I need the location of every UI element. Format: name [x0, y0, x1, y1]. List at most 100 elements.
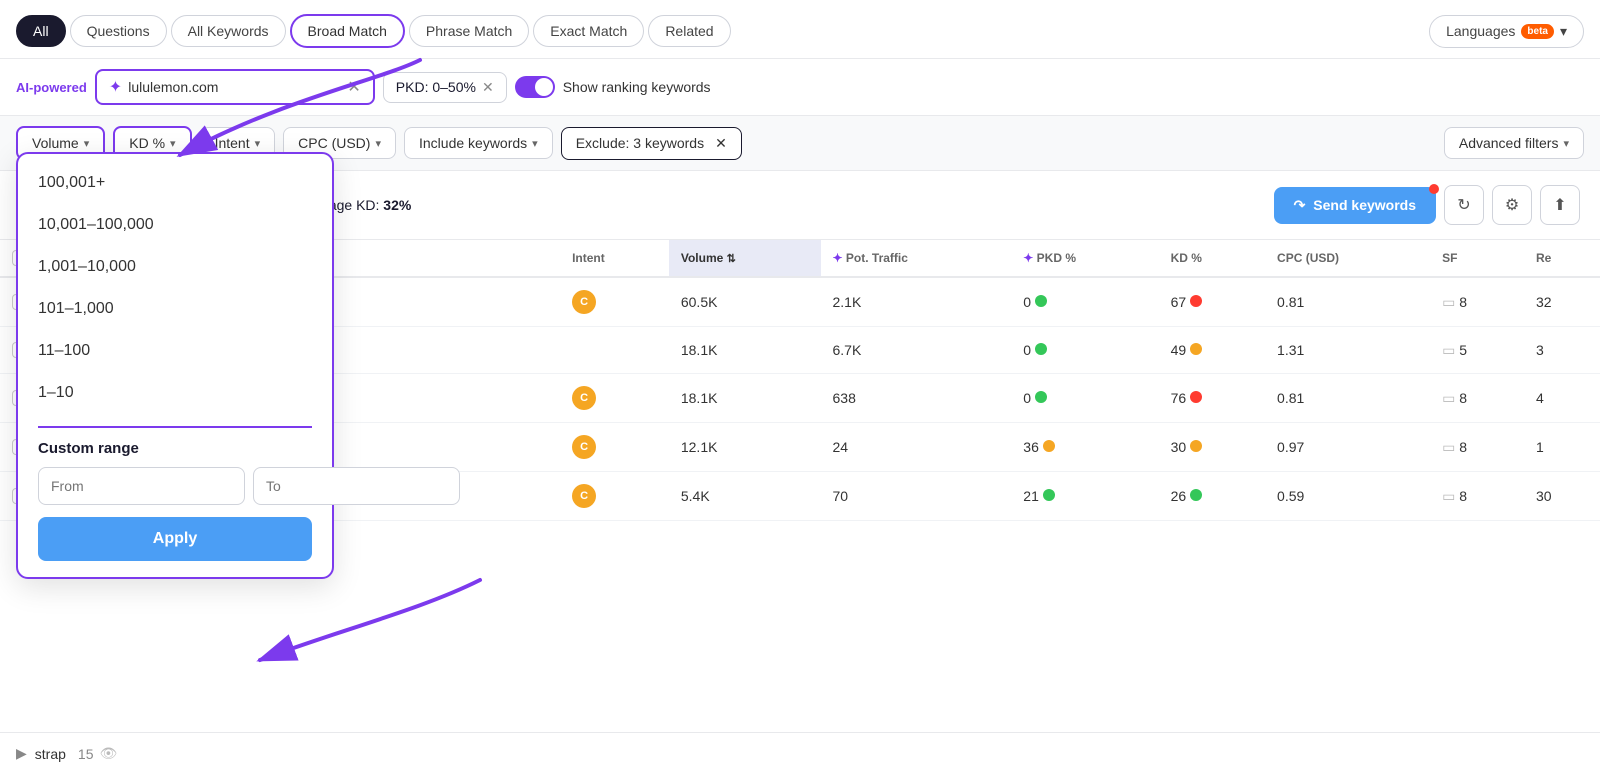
tab-questions[interactable]: Questions [70, 15, 167, 47]
cpc-value: 0.97 [1265, 423, 1430, 472]
volume-chevron-icon: ▾ [84, 137, 90, 150]
cpc-chevron-icon: ▾ [375, 137, 381, 150]
pkd-dot [1035, 343, 1047, 355]
pkd-value: 21 [1011, 472, 1158, 521]
pkd-value: 0 [1011, 374, 1158, 423]
languages-dropdown[interactable]: Languages beta ▾ [1429, 15, 1584, 48]
intent-badge: C [572, 435, 596, 459]
ai-powered-label: AI-powered [16, 80, 87, 95]
re-value: 4 [1524, 374, 1600, 423]
serp-features-icon: ▭ [1442, 390, 1455, 406]
include-keywords-button[interactable]: Include keywords ▾ [404, 127, 553, 159]
kd-dot [1190, 391, 1202, 403]
send-keywords-button[interactable]: ↷ Send keywords [1274, 187, 1436, 224]
volume-value: 12.1K [669, 423, 821, 472]
intent-column-header: Intent [560, 240, 669, 277]
search-clear-icon[interactable]: ✕ [347, 77, 360, 97]
volume-to-input[interactable] [253, 467, 460, 505]
exclude-clear-icon[interactable]: ✕ [715, 135, 727, 152]
pkd-dot [1035, 391, 1047, 403]
languages-label: Languages [1446, 23, 1515, 39]
pkd-clear-icon[interactable]: ✕ [482, 79, 494, 96]
volume-filter-label: Volume [32, 135, 79, 151]
re-value: 30 [1524, 472, 1600, 521]
re-column-header: Re [1524, 240, 1600, 277]
re-value: 1 [1524, 423, 1600, 472]
search-box[interactable]: ✦ lululemon.com ✕ [95, 69, 375, 105]
pot-traffic-value: 24 [821, 423, 1012, 472]
advanced-filters-button[interactable]: Advanced filters ▾ [1444, 127, 1584, 159]
intent-badge: C [572, 290, 596, 314]
sparkle-icon: ✦ [109, 77, 122, 97]
intent-badge: C [572, 386, 596, 410]
tab-broad-match[interactable]: Broad Match [290, 14, 405, 48]
cpc-value: 0.59 [1265, 472, 1430, 521]
custom-range-section: Custom range [18, 414, 332, 505]
volume-option-1-10[interactable]: 1–10 [18, 372, 332, 414]
volume-option-1k-10k[interactable]: 1,001–10,000 [18, 246, 332, 288]
pkd-dot [1043, 489, 1055, 501]
cpc-filter-label: CPC (USD) [298, 135, 370, 151]
tab-all-keywords[interactable]: All Keywords [171, 15, 286, 47]
kd-filter-label: KD % [129, 135, 165, 151]
volume-option-101-1k[interactable]: 101–1,000 [18, 288, 332, 330]
volume-option-10k-100k[interactable]: 10,001–100,000 [18, 204, 332, 246]
pot-traffic-value: 70 [821, 472, 1012, 521]
cpc-value: 0.81 [1265, 277, 1430, 327]
kd-value: 26 [1159, 472, 1265, 521]
include-chevron-icon: ▾ [532, 137, 538, 150]
tab-exact-match[interactable]: Exact Match [533, 15, 644, 47]
kd-value: 30 [1159, 423, 1265, 472]
pkd-column-header: ✦ PKD % [1011, 240, 1158, 277]
tab-related[interactable]: Related [648, 15, 730, 47]
refresh-button[interactable]: ↻ [1444, 185, 1484, 225]
re-value: 32 [1524, 277, 1600, 327]
pkd-filter[interactable]: PKD: 0–50% ✕ [383, 72, 507, 103]
ranking-keywords-toggle-row: Show ranking keywords [515, 76, 711, 98]
cpc-value: 0.81 [1265, 374, 1430, 423]
pkd-dot [1035, 295, 1047, 307]
serp-features-icon: ▭ [1442, 488, 1455, 504]
bottom-count: 15 [78, 746, 94, 762]
volume-from-input[interactable] [38, 467, 245, 505]
volume-value: 18.1K [669, 374, 821, 423]
cpc-column-header: CPC (USD) [1265, 240, 1430, 277]
advanced-filters-label: Advanced filters [1459, 135, 1559, 151]
kd-dot [1190, 343, 1202, 355]
settings-button[interactable]: ⚙ [1492, 185, 1532, 225]
volume-option-11-100[interactable]: 11–100 [18, 330, 332, 372]
eye-icon[interactable]: 👁 [99, 745, 117, 762]
export-button[interactable]: ⬆ [1540, 185, 1580, 225]
kd-value: 76 [1159, 374, 1265, 423]
apply-button[interactable]: Apply [38, 517, 312, 561]
search-value: lululemon.com [128, 79, 341, 95]
toggle-label: Show ranking keywords [563, 79, 711, 95]
beta-badge: beta [1521, 24, 1554, 39]
chevron-down-icon: ▾ [1560, 23, 1567, 40]
volume-column-header[interactable]: Volume ⇅ [669, 240, 821, 277]
kd-value: 49 [1159, 327, 1265, 374]
tab-bar: All Questions All Keywords Broad Match P… [0, 0, 1600, 59]
bottom-bar: ▶ strap 15 👁 [0, 732, 1600, 774]
kd-column-header: KD % [1159, 240, 1265, 277]
serp-features-icon: ▭ [1442, 342, 1455, 358]
pkd-value: 36 [1011, 423, 1158, 472]
serp-features-icon: ▭ [1442, 439, 1455, 455]
include-keywords-label: Include keywords [419, 135, 527, 151]
exclude-keywords-button[interactable]: Exclude: 3 keywords ✕ [561, 127, 742, 160]
ranking-keywords-toggle[interactable] [515, 76, 555, 98]
kd-chevron-icon: ▾ [170, 137, 176, 150]
tab-all[interactable]: All [16, 15, 66, 47]
tab-phrase-match[interactable]: Phrase Match [409, 15, 529, 47]
search-row: AI-powered ✦ lululemon.com ✕ PKD: 0–50% … [0, 59, 1600, 116]
cpc-value: 1.31 [1265, 327, 1430, 374]
sf-column-header: SF [1430, 240, 1524, 277]
pkd-value: 0 [1011, 327, 1158, 374]
pot-traffic-value: 2.1K [821, 277, 1012, 327]
volume-dropdown: 100,001+ 10,001–100,000 1,001–10,000 101… [16, 152, 334, 579]
custom-range-label: Custom range [38, 426, 312, 457]
notification-dot [1429, 184, 1439, 194]
kd-value: 67 [1159, 277, 1265, 327]
expand-icon[interactable]: ▶ [16, 745, 27, 762]
volume-option-100k-plus[interactable]: 100,001+ [18, 162, 332, 204]
